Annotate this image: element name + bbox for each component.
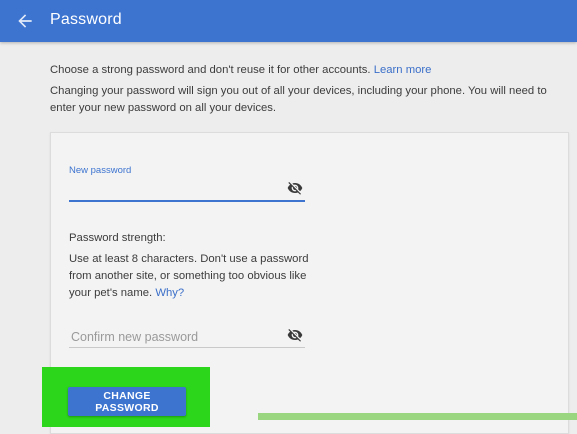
new-password-input[interactable] [69, 180, 283, 198]
why-link[interactable]: Why? [155, 287, 184, 299]
confirm-password-input[interactable] [69, 327, 283, 347]
change-password-button[interactable]: CHANGE PASSWORD [68, 387, 186, 416]
intro-text: Choose a strong password and don't reuse… [50, 62, 565, 121]
confirm-password-underline [69, 347, 305, 348]
arrow-back-icon[interactable] [15, 11, 35, 31]
page-title: Password [50, 11, 122, 28]
learn-more-link[interactable]: Learn more [374, 64, 432, 76]
new-password-label: New password [69, 165, 132, 176]
strength-description: Use at least 8 characters. Don't use a p… [69, 253, 309, 299]
intro-paragraph-2: Changing your password will sign you out… [50, 85, 547, 114]
visibility-off-icon[interactable] [285, 327, 305, 343]
intro-line-1: Choose a strong password and don't reuse… [50, 64, 371, 76]
password-strength-text: Use at least 8 characters. Don't use a p… [69, 251, 319, 302]
decorative-strip [258, 413, 577, 420]
new-password-underline [69, 200, 305, 202]
visibility-off-icon[interactable] [285, 180, 305, 196]
app-bar: Password [0, 0, 577, 42]
intro-paragraph-1: Choose a strong password and don't reuse… [50, 62, 565, 79]
password-strength-title: Password strength: [69, 232, 166, 244]
